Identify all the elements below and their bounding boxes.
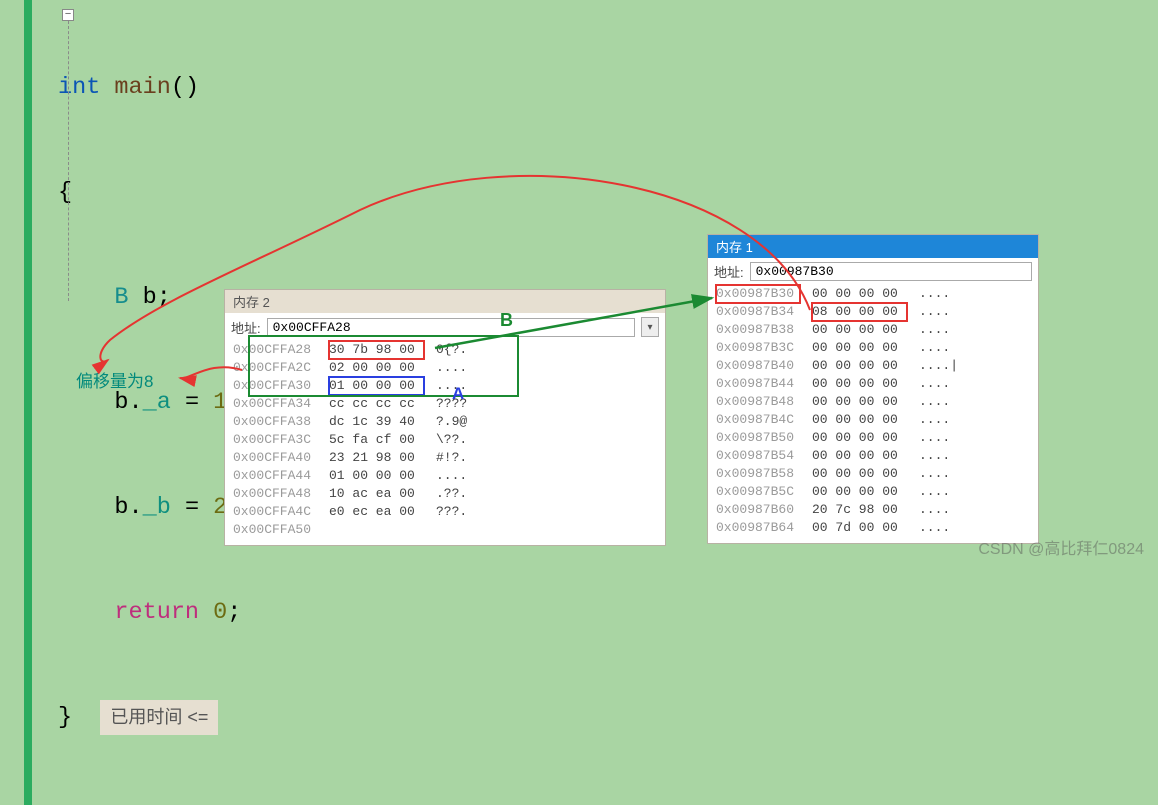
mem1-row: 0x00987B48 00 00 00 00 .... bbox=[716, 393, 1030, 411]
memory1-address-label: 地址: bbox=[714, 262, 744, 281]
collapse-icon[interactable]: − bbox=[62, 9, 74, 21]
mem2-row: 0x00CFFA4C e0 ec ea 00 ???. bbox=[233, 503, 657, 521]
mem1-row: 0x00987B40 00 00 00 00 ....| bbox=[716, 357, 1030, 375]
memory2-title[interactable]: 内存 2 bbox=[225, 290, 665, 313]
mem1-first-addr: 0x00987B30 bbox=[716, 285, 800, 303]
mem2-row: 0x00CFFA44 01 00 00 00 .... bbox=[233, 467, 657, 485]
mem1-row: 0x00987B54 00 00 00 00 .... bbox=[716, 447, 1030, 465]
mem2-row: 0x00CFFA3C 5c fa cf 00 \??. bbox=[233, 431, 657, 449]
mem2-row: 0x00CFFA38 dc 1c 39 40 ?.9@ bbox=[233, 413, 657, 431]
vtable-ptr-bytes: 30 7b 98 00 bbox=[329, 341, 424, 359]
mem1-row: 0x00987B50 00 00 00 00 .... bbox=[716, 429, 1030, 447]
type-B: B bbox=[114, 284, 128, 311]
offset-8-bytes: 08 00 00 00 bbox=[812, 303, 907, 321]
mem1-row: 0x00987B34 08 00 00 00 .... bbox=[716, 303, 1030, 321]
mem1-row: 0x00987B44 00 00 00 00 .... bbox=[716, 375, 1030, 393]
mem2-row: 0x00CFFA2C 02 00 00 00 .... bbox=[233, 359, 657, 377]
mem2-row: 0x00CFFA34 cc cc cc cc ???? bbox=[233, 395, 657, 413]
memory2-dropdown-icon[interactable]: ▾ bbox=[641, 317, 659, 337]
mem1-row: 0x00987B60 20 7c 98 00 .... bbox=[716, 501, 1030, 519]
mem1-row: 0x00987B58 00 00 00 00 .... bbox=[716, 465, 1030, 483]
code-content: int main() { B b; b._a = 1; b._b = 2; re… bbox=[58, 0, 241, 805]
annotation-offset: 偏移量为8 bbox=[76, 367, 153, 392]
memory1-address-bar: 地址: bbox=[708, 258, 1038, 285]
mem2-row: 0x00CFFA28 30 7b 98 00 0{?. bbox=[233, 341, 657, 359]
memory2-rows[interactable]: 0x00CFFA28 30 7b 98 00 0{?. 0x00CFFA2C 0… bbox=[225, 341, 665, 545]
memory1-window[interactable]: 内存 1 地址: 0x00987B30 00 00 00 00 .... 0x0… bbox=[708, 235, 1038, 543]
mem1-row: 0x00987B38 00 00 00 00 .... bbox=[716, 321, 1030, 339]
mem1-row: 0x00987B5C 00 00 00 00 .... bbox=[716, 483, 1030, 501]
mem1-row: 0x00987B3C 00 00 00 00 .... bbox=[716, 339, 1030, 357]
mem2-row: 0x00CFFA50 bbox=[233, 521, 657, 539]
code-editor: − int main() { B b; b._a = 1; b._b = 2; … bbox=[24, 0, 241, 805]
mem2-row: 0x00CFFA40 23 21 98 00 #!?. bbox=[233, 449, 657, 467]
mem2-row: 0x00CFFA30 01 00 00 00 .... bbox=[233, 377, 657, 395]
mem1-row: 0x00987B30 00 00 00 00 .... bbox=[716, 285, 1030, 303]
annotation-A: A bbox=[452, 384, 464, 404]
memory2-address-bar: 地址: ▾ bbox=[225, 313, 665, 341]
memory2-window[interactable]: 内存 2 地址: ▾ 0x00CFFA28 30 7b 98 00 0{?. 0… bbox=[225, 290, 665, 545]
outline-line bbox=[68, 21, 69, 301]
annotation-B: B bbox=[500, 310, 513, 331]
elapsed-badge: 已用时间 <= bbox=[100, 700, 218, 735]
memory1-address-input[interactable] bbox=[750, 262, 1032, 281]
memory1-title[interactable]: 内存 1 bbox=[708, 235, 1038, 258]
watermark: CSDN @高比拜仁0824 bbox=[978, 535, 1144, 559]
member-a-bytes: 01 00 00 00 bbox=[329, 377, 424, 395]
fn-main: main bbox=[114, 74, 170, 101]
memory2-address-input[interactable] bbox=[267, 318, 635, 337]
mem1-row: 0x00987B4C 00 00 00 00 .... bbox=[716, 411, 1030, 429]
mem2-row: 0x00CFFA48 10 ac ea 00 .??. bbox=[233, 485, 657, 503]
memory2-address-label: 地址: bbox=[231, 318, 261, 337]
keyword-return: return bbox=[114, 599, 199, 626]
outline-gutter: − bbox=[64, 0, 82, 310]
memory1-rows[interactable]: 0x00987B30 00 00 00 00 .... 0x00987B34 0… bbox=[708, 285, 1038, 543]
